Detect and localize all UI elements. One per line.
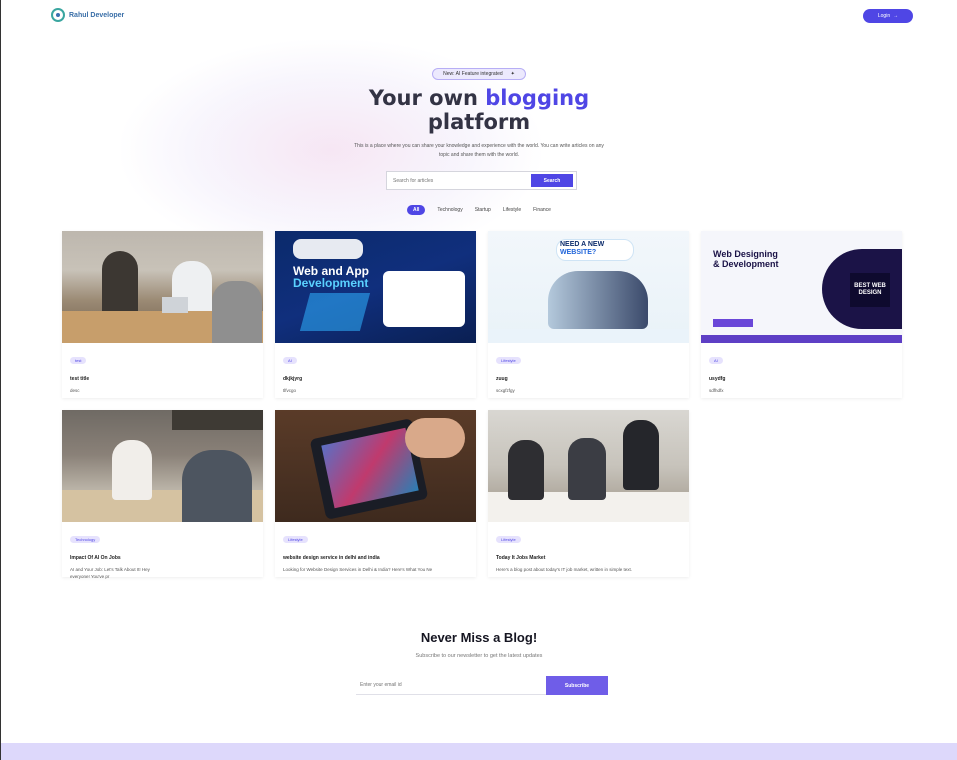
hero-description: This is a place where you can share your…	[354, 143, 604, 158]
filter-startup[interactable]: Startup	[475, 207, 491, 213]
title-suffix: platform	[427, 110, 531, 134]
feature-badge-text: New: AI Feature integrated	[443, 71, 503, 77]
filter-all[interactable]: All	[407, 205, 426, 215]
post-excerpt: Here's a blog post about today's IT job …	[496, 567, 632, 572]
post-excerpt: desc	[70, 388, 80, 393]
image-text: & Development	[713, 259, 779, 269]
post-title: test title	[70, 376, 90, 382]
post-image	[275, 410, 476, 522]
newsletter-form: Subscribe	[356, 676, 608, 695]
top-header: Rahul Developer Login →	[1, 0, 957, 34]
post-tag: test	[70, 357, 87, 364]
brand-logo[interactable]: Rahul Developer	[51, 8, 124, 22]
post-excerpt: sdfhdfx	[709, 388, 724, 393]
post-grid: test test title desc Web and App Developm…	[62, 231, 902, 579]
post-excerpt: scxgfzfgy	[496, 388, 515, 393]
logo-icon	[51, 8, 65, 22]
post-card[interactable]: Lifestyle Today It Jobs Market Here's a …	[488, 410, 689, 577]
post-card[interactable]: Web and App Development AI dkjkjyrg tlfvc…	[275, 231, 476, 398]
arrow-right-icon: →	[893, 13, 899, 19]
post-excerpt: AI and Your Job: Let's Talk About It! He…	[70, 567, 150, 579]
hero-section: New: AI Feature integrated ✦ Your own bl…	[1, 62, 957, 160]
post-tag: Technology	[70, 536, 101, 543]
login-button[interactable]: Login →	[863, 9, 913, 23]
sparkle-icon: ✦	[510, 71, 515, 77]
subscribe-button[interactable]: Subscribe	[546, 676, 608, 695]
search-input[interactable]	[387, 172, 531, 189]
newsletter-title: Never Miss a Blog!	[420, 630, 538, 645]
category-filters: All Technology Startup Lifestyle Finance	[1, 205, 957, 215]
post-image: NEED A NEW WEBSITE?	[488, 231, 689, 343]
search-bar: Search	[386, 171, 577, 190]
title-prefix: Your own	[368, 86, 478, 110]
post-tag: Lifestyle	[496, 536, 521, 543]
post-excerpt: Looking for Website Design Services in D…	[283, 567, 433, 572]
post-card[interactable]: test test title desc	[62, 231, 263, 398]
post-image	[488, 410, 689, 522]
image-text: Development	[293, 276, 369, 290]
email-field[interactable]	[356, 676, 546, 695]
post-title: usydfg	[709, 376, 726, 382]
post-tag: Lifestyle	[496, 357, 521, 364]
post-image: Web and App Development	[275, 231, 476, 343]
filter-finance[interactable]: Finance	[533, 207, 551, 213]
post-tag: AI	[709, 357, 723, 364]
post-card[interactable]: NEED A NEW WEBSITE? Lifestyle zuug scxgfz…	[488, 231, 689, 398]
page-title: Your own blogging platform	[1, 86, 957, 134]
footer	[1, 743, 957, 760]
post-title: Today It Jobs Market	[496, 555, 546, 561]
image-text: Web Designing	[713, 249, 778, 259]
filter-technology[interactable]: Technology	[437, 207, 462, 213]
post-title: website design service in delhi and indi…	[283, 555, 380, 561]
post-image	[62, 231, 263, 343]
newsletter-subtitle: Subscribe to our newsletter to get the l…	[415, 653, 543, 659]
post-image: Web Designing & Development BEST WEB DESI…	[701, 231, 902, 343]
image-text: NEED A NEW	[560, 241, 605, 248]
post-title: Impact Of AI On Jobs	[70, 555, 121, 561]
post-card[interactable]: Technology Impact Of AI On Jobs AI and Y…	[62, 410, 263, 579]
login-label: Login	[877, 13, 891, 19]
newsletter-section: Never Miss a Blog! Subscribe to our news…	[1, 630, 957, 659]
post-card[interactable]: Web Designing & Development BEST WEB DESI…	[701, 231, 902, 398]
image-text: WEBSITE?	[560, 249, 597, 256]
post-card[interactable]: Lifestyle website design service in delh…	[275, 410, 476, 577]
image-text: BEST WEB DESIGN	[850, 273, 890, 307]
post-title: dkjkjyrg	[283, 376, 303, 382]
brand-name: Rahul Developer	[69, 11, 125, 19]
post-tag: Lifestyle	[283, 536, 308, 543]
feature-badge[interactable]: New: AI Feature integrated ✦	[432, 68, 526, 80]
post-tag: AI	[283, 357, 297, 364]
post-title: zuug	[496, 376, 508, 382]
post-excerpt: tlfvcgo	[283, 388, 297, 393]
filter-lifestyle[interactable]: Lifestyle	[503, 207, 521, 213]
title-accent: blogging	[485, 86, 590, 110]
post-image	[62, 410, 263, 522]
search-button[interactable]: Search	[531, 174, 573, 187]
